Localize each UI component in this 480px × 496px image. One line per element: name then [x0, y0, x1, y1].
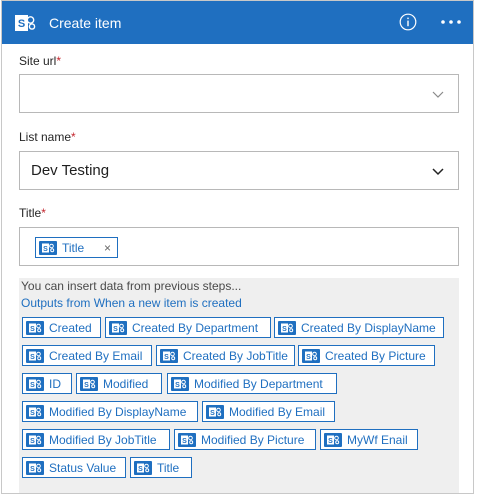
sharepoint-token-icon: S	[26, 433, 44, 447]
card-header[interactable]: S Create item	[2, 1, 473, 44]
sharepoint-token-icon: S	[160, 349, 178, 363]
chevron-down-icon[interactable]	[432, 87, 444, 99]
remove-token-icon[interactable]: ×	[104, 241, 111, 255]
svg-text:S: S	[84, 382, 89, 389]
sharepoint-token-icon: S	[39, 241, 57, 255]
svg-text:S: S	[328, 438, 333, 445]
dynamic-token-label: Created By Email	[49, 349, 143, 363]
svg-text:S: S	[210, 410, 215, 417]
dynamic-token-label: Title	[157, 461, 180, 475]
dynamic-token[interactable]: S Modified By JobTitle	[22, 429, 170, 450]
svg-text:S: S	[43, 246, 48, 253]
dynamic-token[interactable]: S Modified By Email	[202, 401, 335, 422]
more-icon[interactable]	[439, 13, 463, 31]
sharepoint-token-icon: S	[109, 321, 127, 335]
site-url-label-text: Site url	[19, 54, 57, 68]
sharepoint-token-icon: S	[26, 405, 44, 419]
sharepoint-token-icon: S	[178, 433, 196, 447]
dynamic-token[interactable]: S Created By Picture	[298, 345, 435, 366]
sharepoint-token-icon: S	[26, 461, 44, 475]
dynamic-token-label: Modified By JobTitle	[49, 433, 157, 447]
dynamic-token-label: ID	[49, 377, 61, 391]
svg-text:S: S	[306, 354, 311, 361]
dynamic-token[interactable]: S Title	[130, 457, 192, 478]
svg-text:S: S	[164, 354, 169, 361]
title-label-text: Title	[19, 206, 42, 220]
site-url-dropdown[interactable]	[19, 74, 459, 113]
dynamic-token[interactable]: S ID	[22, 373, 72, 394]
svg-text:S: S	[182, 438, 187, 445]
dynamic-token-label: Created By Department	[132, 321, 259, 335]
title-input[interactable]: S Title ×	[19, 227, 459, 266]
svg-text:S: S	[113, 326, 118, 333]
dynamic-token-label: Modified By Picture	[201, 433, 305, 447]
dynamic-token[interactable]: S Created	[22, 317, 101, 338]
svg-text:S: S	[30, 410, 35, 417]
list-name-value: Dev Testing	[31, 162, 110, 179]
dynamic-token[interactable]: S MyWf Enail	[320, 429, 418, 450]
dynamic-token-label: Created By JobTitle	[183, 349, 288, 363]
sharepoint-token-icon: S	[324, 433, 342, 447]
dynamic-token-label: Status Value	[49, 461, 117, 475]
svg-text:S: S	[30, 354, 35, 361]
sharepoint-token-icon: S	[26, 321, 44, 335]
dynamic-token[interactable]: S Status Value	[22, 457, 126, 478]
sharepoint-token-icon: S	[171, 377, 189, 391]
dynamic-token[interactable]: S Modified By DisplayName	[22, 401, 198, 422]
title-token-label: Title	[62, 241, 85, 255]
dynamic-token-label: Created	[49, 321, 92, 335]
dynamic-source-heading: Outputs from When a new item is created	[21, 296, 242, 310]
sharepoint-token-icon: S	[26, 349, 44, 363]
dynamic-token[interactable]: S Created By Department	[105, 317, 271, 338]
dynamic-content-panel: You can insert data from previous steps.…	[19, 278, 459, 493]
list-name-label-text: List name	[19, 130, 72, 144]
sharepoint-token-icon: S	[80, 377, 98, 391]
sharepoint-icon: S	[15, 13, 37, 33]
site-url-label: Site url*	[19, 54, 61, 68]
sharepoint-token-icon: S	[206, 405, 224, 419]
dynamic-token-label: MyWf Enail	[347, 433, 408, 447]
svg-text:S: S	[18, 18, 25, 30]
sharepoint-token-icon: S	[302, 349, 320, 363]
required-mark: *	[56, 54, 62, 68]
dynamic-token[interactable]: S Created By DisplayName	[274, 317, 444, 338]
required-mark: *	[41, 206, 46, 220]
card-title: Create item	[49, 15, 122, 31]
dynamic-token[interactable]: S Created By JobTitle	[156, 345, 295, 366]
create-item-card: S Create item Site url* List name* Dev T…	[1, 0, 474, 494]
dynamic-token[interactable]: S Modified By Picture	[174, 429, 316, 450]
chevron-down-icon[interactable]	[432, 164, 444, 176]
list-name-dropdown[interactable]: Dev Testing	[19, 151, 459, 190]
svg-text:S: S	[175, 382, 180, 389]
dynamic-token[interactable]: S Modified By Department	[167, 373, 337, 394]
dynamic-token-label: Modified By Email	[229, 405, 326, 419]
svg-text:S: S	[138, 466, 143, 473]
svg-text:S: S	[282, 326, 287, 333]
dynamic-token[interactable]: S Modified	[76, 373, 162, 394]
dynamic-token-label: Modified	[103, 377, 149, 391]
svg-text:S: S	[30, 382, 35, 389]
required-mark: *	[71, 130, 76, 144]
title-token[interactable]: S Title ×	[35, 237, 118, 258]
dynamic-hint: You can insert data from previous steps.…	[21, 279, 242, 293]
list-name-label: List name*	[19, 130, 76, 144]
svg-text:S: S	[30, 326, 35, 333]
svg-text:S: S	[30, 466, 35, 473]
sharepoint-token-icon: S	[278, 321, 296, 335]
dynamic-token[interactable]: S Created By Email	[22, 345, 152, 366]
dynamic-token-label: Created By DisplayName	[301, 321, 436, 335]
svg-text:S: S	[30, 438, 35, 445]
dynamic-token-label: Modified By DisplayName	[49, 405, 187, 419]
title-label: Title*	[19, 206, 46, 220]
info-icon[interactable]	[399, 13, 417, 31]
dynamic-token-label: Modified By Department	[194, 377, 323, 391]
sharepoint-token-icon: S	[26, 377, 44, 391]
dynamic-token-label: Created By Picture	[325, 349, 426, 363]
sharepoint-token-icon: S	[134, 461, 152, 475]
